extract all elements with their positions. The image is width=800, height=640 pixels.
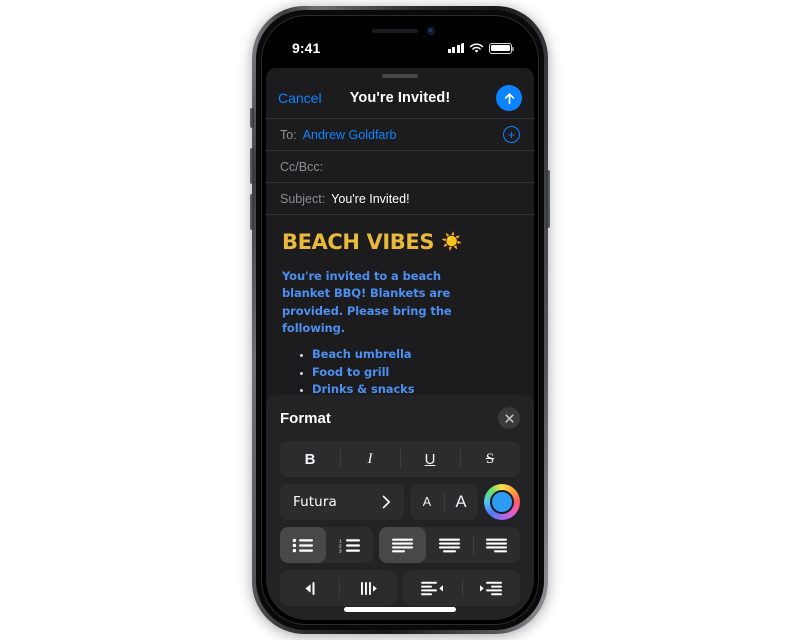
tab-segmented-control	[280, 570, 397, 606]
indent-row	[280, 570, 520, 606]
increase-font-size-button[interactable]: A	[443, 484, 478, 520]
send-arrow-up-icon	[504, 92, 514, 104]
font-size-segmented-control: A A	[409, 484, 478, 520]
volume-up-button[interactable]	[250, 148, 254, 184]
compose-sheet: Cancel You're Invited! To: Andrew Goldfa…	[266, 68, 534, 620]
bulleted-list-button[interactable]	[280, 527, 327, 563]
numbered-list-button[interactable]: 1 2 3	[326, 527, 372, 563]
front-camera-icon	[427, 27, 435, 35]
message-bullet-list: Beach umbrella Food to grill Drinks & sn…	[282, 346, 518, 395]
underline-label: U	[424, 450, 436, 468]
bold-button[interactable]: B	[280, 441, 340, 477]
list-segmented-control: 1 2 3	[280, 527, 373, 563]
bulleted-list-icon	[292, 538, 314, 552]
battery-icon	[489, 42, 515, 54]
large-a-label: A	[455, 492, 467, 511]
tab-left-button[interactable]	[280, 570, 339, 606]
font-picker-button[interactable]: Futura	[280, 484, 404, 520]
svg-text:3: 3	[339, 548, 342, 553]
decrease-font-size-button[interactable]: A	[410, 484, 444, 520]
silent-switch[interactable]	[250, 108, 254, 128]
home-indicator[interactable]	[344, 607, 456, 612]
strikethrough-label: S	[485, 450, 495, 467]
notch	[326, 20, 474, 44]
align-center-button[interactable]	[426, 527, 473, 563]
message-paragraph: You're invited to a beach blanket BBQ! B…	[282, 269, 452, 335]
wifi-icon	[469, 43, 484, 53]
alignment-segmented-control	[378, 527, 520, 563]
list-align-row: 1 2 3	[280, 527, 520, 563]
format-panel: Format B I U S Futura A A 1 2 3	[266, 395, 534, 620]
underline-button[interactable]: U	[400, 441, 460, 477]
indent-button[interactable]	[461, 570, 521, 606]
status-bar-indicators	[447, 42, 515, 54]
list-item: Drinks & snacks	[312, 381, 518, 395]
close-icon[interactable]	[498, 407, 520, 429]
format-panel-header: Format	[280, 407, 520, 429]
subject-field-value[interactable]: You're Invited!	[331, 192, 409, 206]
text-style-row: B I U S	[280, 441, 520, 477]
signal-bars-icon	[447, 43, 464, 53]
align-right-icon	[485, 538, 507, 552]
align-right-button[interactable]	[472, 527, 520, 563]
phone-screen: 9:41 Cancel You're Invited! To: Andrew G…	[266, 20, 534, 620]
increase-indent-icon	[479, 581, 502, 595]
list-item: Beach umbrella	[312, 346, 518, 363]
add-contact-icon[interactable]: +	[503, 126, 520, 143]
sun-icon: ☀️	[441, 232, 462, 253]
align-center-icon	[438, 538, 460, 552]
tab-left-icon	[305, 581, 315, 595]
chevron-right-icon	[382, 495, 391, 509]
small-a-label: A	[422, 495, 432, 509]
subject-field-label: Subject:	[280, 191, 326, 206]
compose-navbar: Cancel You're Invited!	[266, 78, 534, 118]
send-button[interactable]	[496, 85, 522, 111]
tab-stops-icon	[360, 581, 377, 595]
font-name: Futura	[293, 494, 337, 510]
decrease-indent-icon	[421, 581, 444, 595]
subject-field[interactable]: Subject: You're Invited!	[266, 182, 534, 214]
selected-color-swatch	[490, 490, 514, 514]
indent-segmented-control	[403, 570, 520, 606]
ccbcc-field-label: Cc/Bcc:	[280, 159, 324, 174]
speaker-grille	[372, 29, 418, 33]
format-panel-title: Format	[280, 409, 331, 427]
message-heading-text: BEACH VIBES	[282, 230, 435, 254]
screenshot-canvas: 9:41 Cancel You're Invited! To: Andrew G…	[0, 0, 800, 640]
message-body[interactable]: BEACH VIBES ☀️ You're invited to a beach…	[266, 214, 534, 395]
font-row: Futura A A	[280, 484, 520, 520]
volume-down-button[interactable]	[250, 194, 254, 230]
to-field-label: To:	[280, 127, 297, 142]
ccbcc-field[interactable]: Cc/Bcc:	[266, 150, 534, 182]
cancel-button[interactable]: Cancel	[278, 90, 322, 106]
to-field-recipient[interactable]: Andrew Goldfarb	[303, 128, 397, 142]
status-bar-time: 9:41	[292, 40, 321, 56]
tab-stops-button[interactable]	[338, 570, 398, 606]
power-button[interactable]	[546, 170, 550, 228]
align-left-icon	[391, 538, 413, 552]
align-left-button[interactable]	[378, 527, 426, 563]
numbered-list-icon: 1 2 3	[339, 538, 360, 553]
outdent-button[interactable]	[403, 570, 462, 606]
close-x-icon	[504, 413, 514, 423]
bold-label: B	[304, 450, 316, 468]
text-style-segmented-control: B I U S	[280, 441, 520, 477]
text-color-wheel[interactable]	[484, 484, 520, 520]
list-item: Food to grill	[312, 364, 518, 381]
strikethrough-button[interactable]: S	[460, 441, 520, 477]
to-field[interactable]: To: Andrew Goldfarb +	[266, 118, 534, 150]
italic-button[interactable]: I	[340, 441, 400, 477]
italic-label: I	[367, 450, 373, 467]
message-heading: BEACH VIBES ☀️	[282, 230, 518, 254]
